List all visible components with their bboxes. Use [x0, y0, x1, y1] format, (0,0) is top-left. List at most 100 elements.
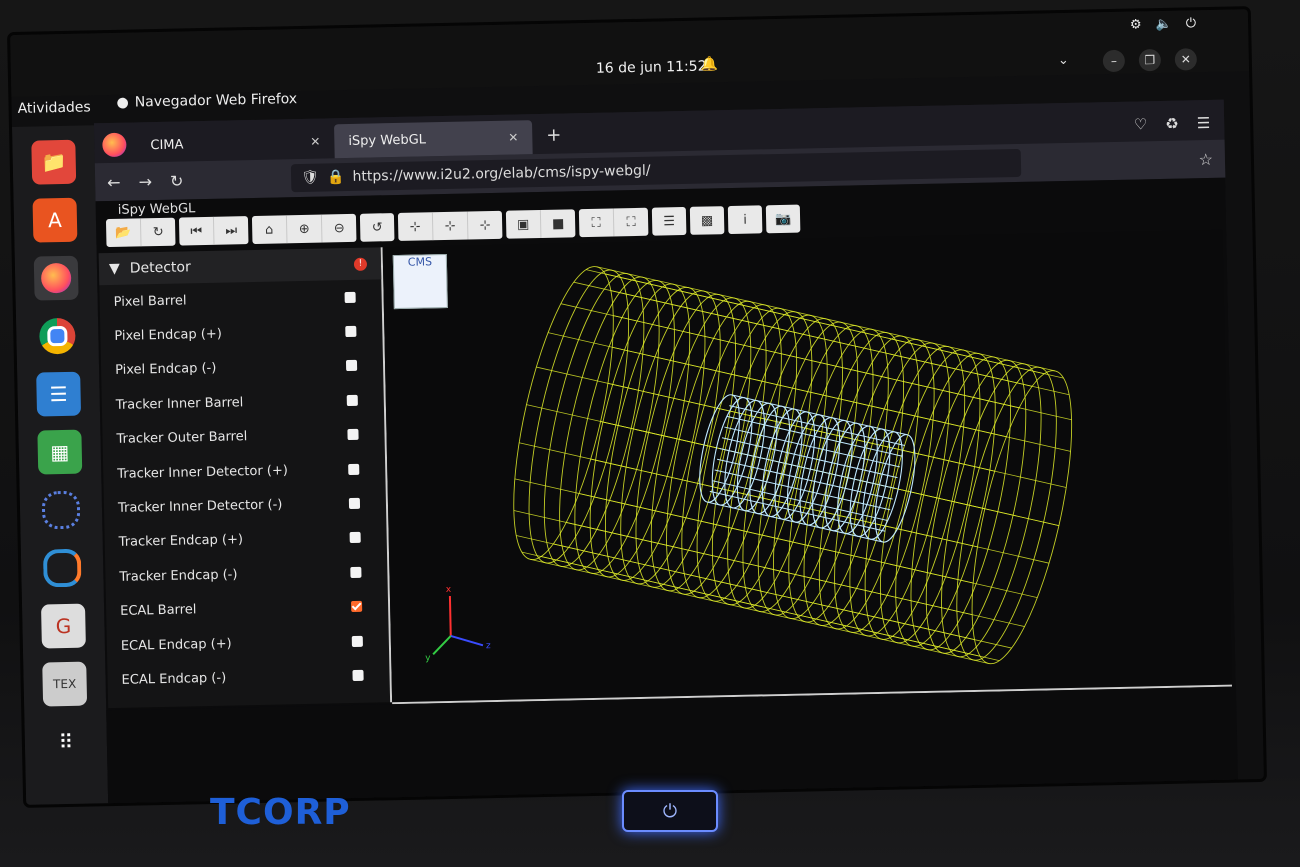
view-yz-icon[interactable]: ⊹ — [432, 211, 469, 241]
detector-checkbox[interactable] — [345, 360, 358, 372]
settings-icon[interactable]: ☰ — [652, 207, 687, 236]
ecal-stave — [596, 266, 1056, 372]
detector-item[interactable]: ECAL Endcap (-) — [107, 658, 390, 698]
calc-icon[interactable]: ▦ — [37, 429, 83, 475]
menu-icon[interactable]: ☰ — [1197, 114, 1211, 132]
perspective-icon[interactable]: ▣ — [505, 209, 542, 239]
view-xy-icon[interactable]: ⊹ — [397, 212, 434, 241]
detector-checkbox[interactable] — [346, 394, 358, 406]
open-file-icon[interactable]: 📂 — [105, 218, 142, 248]
firefox-dock-icon[interactable] — [33, 255, 79, 301]
detector-checkbox[interactable] — [351, 601, 363, 613]
exit-fullscreen-icon[interactable]: ⛶ — [614, 208, 649, 237]
tab-cima[interactable]: CIMA ✕ — [136, 124, 335, 162]
maximize-button[interactable]: ❐ — [1138, 48, 1162, 72]
zoom-out-icon[interactable]: ⊖ — [322, 214, 357, 243]
apps-grid-icon[interactable]: ⠿ — [43, 720, 88, 765]
previous-event-icon[interactable]: ⏮ — [178, 216, 215, 246]
detector-item-label: ECAL Endcap (-) — [121, 670, 227, 688]
chart-icon[interactable]: ▩ — [690, 206, 725, 235]
fullscreen-icon[interactable]: ⛶ — [578, 208, 615, 238]
panel-title: Detector — [129, 259, 191, 277]
close-button[interactable]: ✕ — [1174, 48, 1198, 71]
system-tray[interactable]: ⚙ 🔈 ⏻ — [1130, 16, 1196, 32]
tab-ispy[interactable]: iSpy WebGL ✕ — [334, 120, 533, 159]
x-axis-line — [448, 595, 452, 636]
info-icon[interactable]: i — [728, 205, 763, 234]
new-tab-button[interactable]: + — [546, 125, 562, 146]
firefox-icon: ● — [116, 94, 129, 111]
close-tab-icon[interactable]: ✕ — [508, 130, 518, 144]
power-button[interactable]: ⏻ — [622, 790, 718, 832]
detector-checkbox[interactable] — [350, 566, 362, 578]
reload-event-icon[interactable]: ↻ — [141, 218, 176, 247]
detector-checkbox[interactable] — [345, 325, 357, 338]
texmaker-icon[interactable]: TEX — [42, 661, 88, 707]
screen: ⚙ 🔈 ⏻ 16 de jun 11:52 🔔 ⌄ – ❐ ✕ Atividad… — [10, 9, 1264, 805]
detector-checkbox[interactable] — [348, 463, 360, 475]
home-icon[interactable]: ⌂ — [251, 215, 288, 245]
sync-app-icon[interactable] — [40, 546, 85, 591]
detector-checkbox[interactable] — [344, 291, 356, 303]
detector-checkbox[interactable] — [352, 669, 364, 681]
chevron-down-icon: ▼ — [108, 260, 120, 278]
detector-item-label: ECAL Barrel — [120, 602, 197, 620]
detector-item[interactable]: ECAL Barrel — [106, 589, 389, 629]
reset-view-icon[interactable]: ↺ — [360, 213, 395, 242]
reload-icon[interactable]: ↻ — [170, 171, 184, 190]
detector-item-label: Tracker Inner Barrel — [115, 395, 244, 413]
chevron-down-icon[interactable]: ⌄ — [1058, 53, 1069, 68]
detector-item[interactable]: Pixel Barrel — [99, 279, 382, 319]
detector-checkbox[interactable] — [347, 429, 359, 441]
window-controls: – ❐ ✕ — [1102, 48, 1198, 73]
ispy-page: iSpy WebGL 📂 ↻ ⏮ ⏭ ⌂ ⊕ ⊖ ↺ ⊹ ⊹ ⊹ ▣ ■ ⛶ ⛶ ☰ ▩ i 📷… — [95, 177, 1239, 805]
detector-item[interactable]: Pixel Endcap (+) — [100, 314, 383, 354]
app-name: iSpy WebGL — [117, 201, 196, 218]
detector-checkbox[interactable] — [351, 635, 363, 647]
detector-item-label: Tracker Outer Barrel — [116, 429, 248, 448]
orthographic-icon[interactable]: ■ — [541, 209, 576, 238]
clock[interactable]: 16 de jun 11:52 — [596, 58, 707, 76]
shield-icon: 🛡 — [301, 169, 320, 186]
activities-button[interactable]: Atividades — [17, 99, 90, 117]
writer-icon[interactable]: ☰ — [36, 371, 82, 417]
back-icon[interactable]: ← — [107, 172, 121, 191]
chrome-icon[interactable] — [35, 314, 80, 359]
x-axis-label: x — [446, 585, 452, 595]
bookmark-star-icon[interactable]: ☆ — [1198, 149, 1213, 168]
brand-logo: TCORP — [210, 792, 351, 833]
detector-item-label: Pixel Barrel — [113, 293, 187, 310]
detector-panel: ▼ Detector ! Pixel Barrel Pixel Endcap (+… — [98, 247, 393, 709]
detector-item[interactable]: Tracker Endcap (-) — [105, 554, 388, 594]
next-event-icon[interactable]: ⏭ — [214, 216, 249, 245]
view-xz-icon[interactable]: ⊹ — [468, 211, 503, 240]
detector-item[interactable]: Pixel Endcap (-) — [101, 348, 384, 388]
circle-app-icon[interactable] — [39, 488, 84, 533]
ecal-stave — [519, 442, 978, 548]
minimize-button[interactable]: – — [1102, 49, 1126, 73]
3d-viewport[interactable]: CMS x z y — [382, 229, 1232, 705]
software-center-icon[interactable]: A — [32, 197, 78, 243]
tracker-line — [731, 394, 908, 436]
zoom-in-icon[interactable]: ⊕ — [286, 214, 323, 244]
app-title: Navegador Web Firefox — [134, 91, 298, 111]
extensions-icon[interactable]: ♻ — [1165, 115, 1179, 133]
pocket-icon[interactable]: ♡ — [1134, 115, 1148, 133]
app-menu[interactable]: ● Navegador Web Firefox — [116, 91, 297, 111]
detector-item[interactable]: Tracker Inner Detector (+) — [103, 451, 386, 491]
camera-icon[interactable]: 📷 — [766, 205, 801, 234]
firefox-view-icon[interactable] — [102, 132, 127, 158]
detector-item-label: ECAL Endcap (+) — [120, 636, 232, 654]
alert-icon: ! — [353, 257, 368, 271]
detector-checkbox[interactable] — [348, 497, 361, 510]
detector-item[interactable]: ECAL Endcap (+) — [107, 623, 390, 663]
forward-icon[interactable]: → — [138, 172, 152, 191]
geogebra-icon[interactable]: G — [41, 603, 86, 649]
close-tab-icon[interactable]: ✕ — [310, 135, 320, 149]
detector-item[interactable]: Tracker Outer Barrel — [102, 417, 385, 457]
detector-item[interactable]: Tracker Endcap (+) — [104, 520, 387, 560]
detector-item[interactable]: Tracker Inner Detector (-) — [104, 486, 387, 526]
detector-checkbox[interactable] — [349, 532, 361, 544]
detector-item[interactable]: Tracker Inner Barrel — [101, 382, 384, 422]
files-icon[interactable]: 📁 — [31, 139, 77, 185]
